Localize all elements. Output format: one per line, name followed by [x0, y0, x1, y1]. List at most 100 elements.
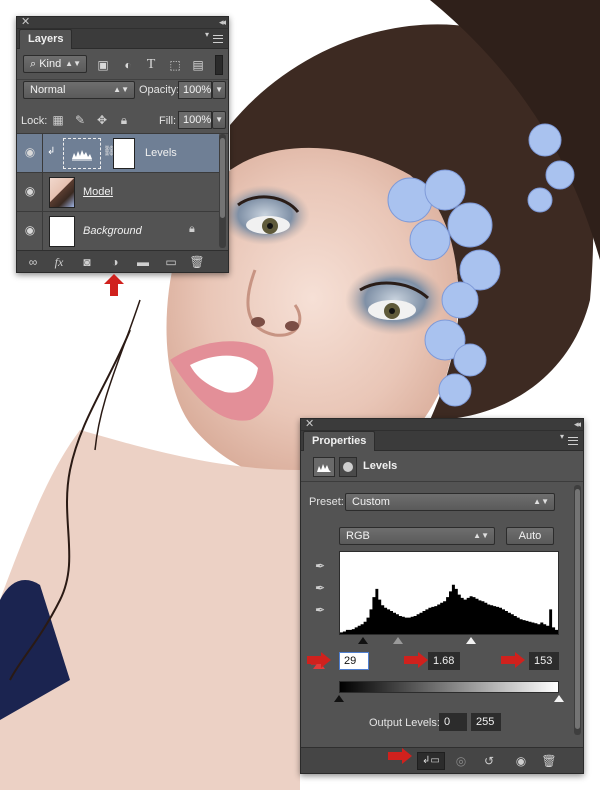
properties-scrollbar[interactable]	[574, 485, 581, 735]
layer-row-model[interactable]: ◉ Model	[17, 173, 219, 212]
eye-icon[interactable]: ◉	[22, 223, 38, 237]
layers-panel: ✕ ◂◂ Layers ⌕ Kind ▲▼ ▣ ◐ T ⬚ ▤ Normal ▲…	[16, 16, 229, 273]
lock-label: Lock:	[21, 115, 48, 127]
filter-adjustment-icon[interactable]: ◐	[120, 57, 136, 73]
output-black-field[interactable]: 0	[439, 713, 467, 731]
chevron-down-icon: ▼	[215, 85, 223, 94]
link-icon[interactable]: ∞	[25, 254, 41, 270]
view-previous-icon[interactable]: ◎	[453, 753, 469, 769]
panel-menu-icon[interactable]	[205, 30, 223, 43]
layer-filter-row: ⌕ Kind ▲▼ ▣ ◐ T ⬚ ▤	[17, 50, 228, 80]
filter-toggle-switch[interactable]	[215, 55, 223, 75]
lock-icon: 🔒︎	[189, 223, 195, 235]
annotation-arrow-up	[104, 274, 124, 296]
filter-shape-icon[interactable]: ⬚	[167, 57, 183, 73]
trash-icon[interactable]: 🗑︎	[189, 254, 205, 270]
input-gamma-field[interactable]: 1.68	[428, 652, 460, 670]
properties-tab-row: Properties	[301, 431, 583, 451]
fill-field[interactable]: 100%	[178, 111, 212, 129]
close-icon[interactable]: ✕	[305, 417, 314, 431]
layers-tab-row: Layers	[17, 29, 228, 49]
folder-icon[interactable]: ▬	[135, 254, 151, 270]
input-white-field[interactable]: 153	[529, 652, 559, 670]
scrollbar-thumb[interactable]	[220, 138, 225, 218]
filter-type-icon[interactable]: T	[143, 57, 159, 73]
panel-menu-icon[interactable]	[560, 432, 578, 445]
annotation-arrow-clip-button	[388, 748, 412, 764]
filter-kind-value: Kind	[39, 58, 62, 70]
layer-name[interactable]: Levels	[145, 146, 177, 160]
channel-value: RGB	[346, 530, 370, 542]
chevron-down-icon: ▲▼	[113, 85, 129, 94]
search-icon: ⌕	[30, 58, 40, 70]
eye-icon[interactable]: ◉	[22, 184, 38, 198]
trash-icon[interactable]: 🗑︎	[541, 753, 557, 769]
histogram-graph	[340, 584, 558, 634]
black-point-eyedropper-icon[interactable]: ✒	[313, 559, 327, 573]
clip-to-layer-button[interactable]: ↲▭	[417, 752, 445, 770]
collapse-icon[interactable]: ◂◂	[574, 418, 581, 431]
visibility-cell: ◉	[17, 173, 43, 212]
layer-row-background[interactable]: ◉ Background 🔒︎	[17, 212, 219, 251]
fill-slider-button[interactable]: ▼	[212, 111, 226, 129]
visibility-icon[interactable]: ◉	[513, 753, 529, 769]
adjustment-icon[interactable]: ◑	[107, 254, 123, 270]
scrollbar-thumb[interactable]	[575, 489, 580, 729]
lock-position-icon[interactable]: ✥	[95, 113, 109, 127]
background-layer-thumbnail[interactable]	[49, 216, 75, 247]
layers-panel-titlebar: ✕ ◂◂	[17, 15, 228, 29]
input-black-slider[interactable]	[358, 637, 368, 644]
mask-icon[interactable]: ◙	[79, 254, 95, 270]
input-white-slider[interactable]	[466, 637, 476, 644]
model-layer-thumbnail[interactable]	[49, 177, 75, 208]
clip-to-layer-icon: ↲▭	[422, 755, 440, 766]
gray-point-eyedropper-icon[interactable]: ✒	[313, 581, 327, 595]
levels-adjustment-thumbnail[interactable]	[63, 138, 101, 169]
auto-button[interactable]: Auto	[506, 527, 554, 545]
output-black-slider[interactable]	[334, 695, 344, 702]
reset-icon[interactable]: ↺	[481, 753, 497, 769]
opacity-slider-button[interactable]: ▼	[212, 81, 226, 99]
layers-scrollbar[interactable]	[219, 134, 226, 248]
chevron-down-icon: ▼	[215, 115, 223, 124]
lock-transparent-pixels-icon[interactable]: ▦	[51, 113, 65, 127]
layer-mask-thumbnail[interactable]	[113, 138, 135, 169]
output-white-slider[interactable]	[554, 695, 564, 702]
layer-name[interactable]: Background	[83, 224, 142, 238]
white-point-eyedropper-icon[interactable]: ✒	[313, 603, 327, 617]
input-black-field[interactable]: 29	[339, 652, 369, 670]
levels-adjustment-icon[interactable]	[313, 457, 335, 477]
blend-mode-dropdown[interactable]: Normal ▲▼	[23, 81, 135, 99]
close-icon[interactable]: ✕	[21, 15, 30, 29]
lock-all-icon[interactable]: 🔒︎	[117, 113, 131, 127]
preset-label: Preset:	[309, 496, 344, 508]
histogram-icon	[72, 150, 92, 161]
collapse-icon[interactable]: ◂◂	[219, 16, 226, 29]
filter-smart-object-icon[interactable]: ▤	[190, 57, 206, 73]
output-white-field[interactable]: 255	[471, 713, 501, 731]
tab-layers[interactable]: Layers	[19, 29, 73, 49]
opacity-field[interactable]: 100%	[178, 81, 212, 99]
filter-kind-dropdown[interactable]: ⌕ Kind ▲▼	[23, 55, 87, 73]
eye-icon[interactable]: ◉	[22, 145, 38, 159]
fx-icon[interactable]: fx	[51, 254, 67, 270]
lock-image-pixels-icon[interactable]: ✎	[73, 113, 87, 127]
output-levels-label: Output Levels:	[369, 717, 440, 729]
chevron-down-icon: ▲▼	[473, 531, 489, 540]
input-gamma-slider[interactable]	[393, 637, 403, 644]
properties-header: Levels	[301, 452, 583, 482]
layer-name[interactable]: Model	[83, 185, 113, 199]
histogram-icon	[317, 464, 331, 472]
new-layer-icon[interactable]: ▭	[163, 254, 179, 270]
layer-row-levels[interactable]: ◉ ↲ ⛓ Levels	[17, 134, 219, 173]
preset-dropdown[interactable]: Custom ▲▼	[345, 493, 555, 511]
filter-pixel-icon[interactable]: ▣	[95, 57, 111, 73]
channel-dropdown[interactable]: RGB ▲▼	[339, 527, 495, 545]
properties-panel: ✕ ◂◂ Properties Levels Preset: Custom ▲▼…	[300, 418, 584, 774]
output-gradient	[339, 681, 559, 693]
chevron-down-icon: ▲▼	[65, 59, 81, 68]
blend-mode-value: Normal	[30, 84, 66, 96]
histogram-area	[340, 584, 558, 634]
mask-properties-icon[interactable]	[339, 457, 357, 477]
tab-properties[interactable]: Properties	[303, 431, 376, 451]
